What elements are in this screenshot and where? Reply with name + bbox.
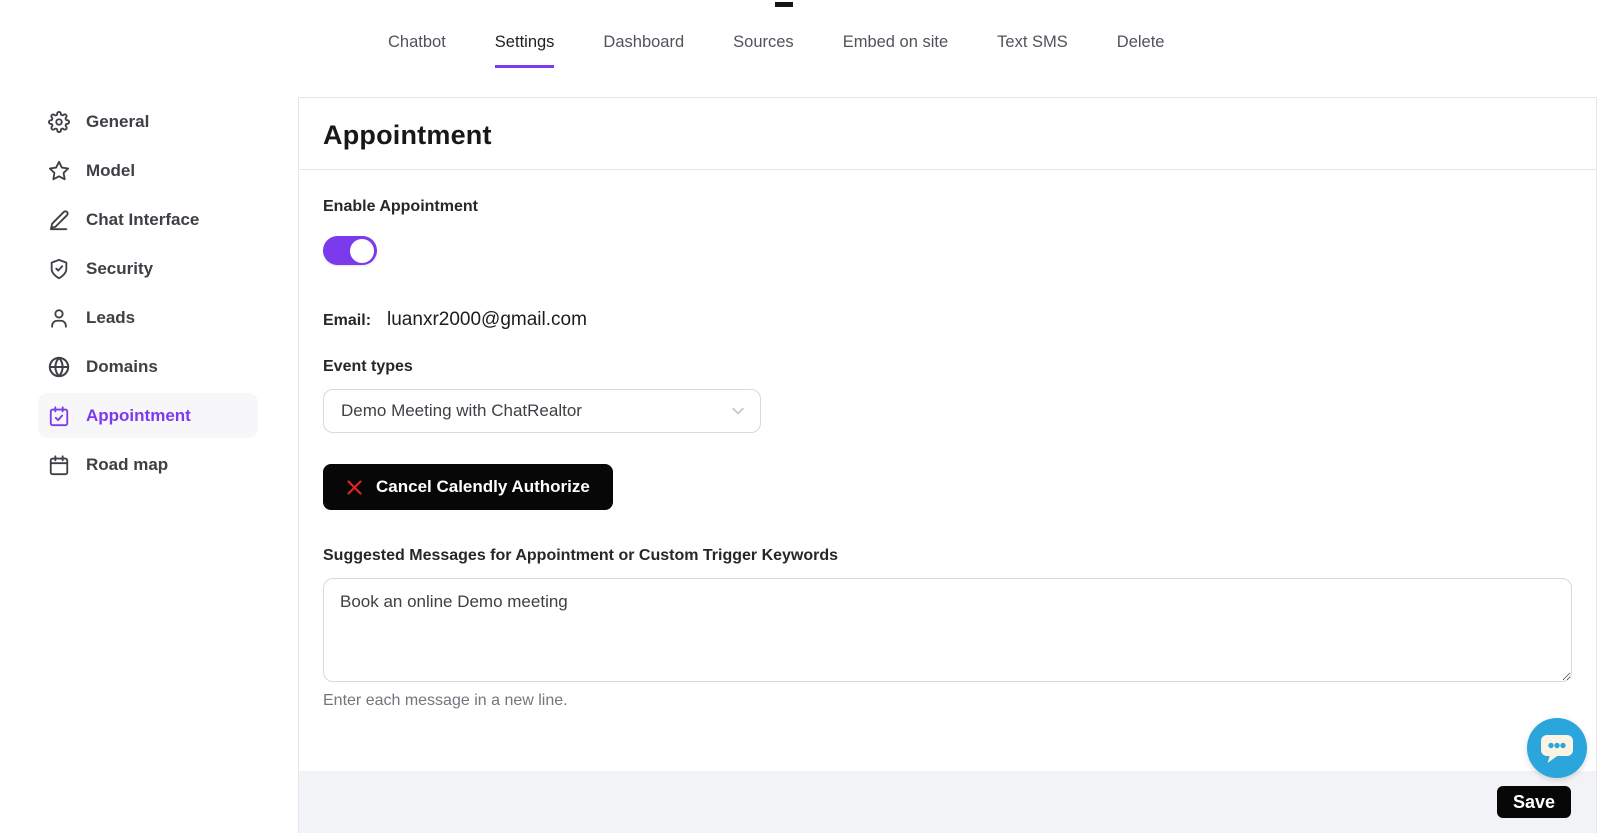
chat-widget-button[interactable] [1527,718,1587,778]
email-row: Email: luanxr2000@gmail.com [323,309,1572,331]
tab-dashboard[interactable]: Dashboard [603,33,684,68]
sidebar-item-label: Security [86,259,153,279]
calendar-check-icon [48,405,70,427]
sidebar-item-label: Chat Interface [86,210,199,230]
tab-chatbot[interactable]: Chatbot [388,33,446,68]
sidebar-item-label: Appointment [86,406,191,426]
email-value: luanxr2000@gmail.com [387,309,587,331]
event-types-selected-value: Demo Meeting with ChatRealtor [341,401,582,421]
sidebar-item-label: Leads [86,308,135,328]
event-types-label: Event types [323,358,1572,376]
sidebar-item-general[interactable]: General [38,99,258,144]
tab-settings[interactable]: Settings [495,33,555,68]
event-types-select[interactable]: Demo Meeting with ChatRealtor [323,389,761,433]
panel-body: Enable Appointment Email: luanxr2000@gma… [299,170,1596,771]
gear-icon [48,111,70,133]
panel-header: Appointment [299,98,1596,170]
tab-delete[interactable]: Delete [1117,33,1165,68]
email-label: Email: [323,312,371,330]
x-icon [346,479,363,496]
appointment-settings-panel: Appointment Enable Appointment Email: lu… [298,97,1597,833]
sidebar-item-leads[interactable]: Leads [38,295,258,340]
calendar-icon [48,454,70,476]
suggested-messages-textarea[interactable]: Book an online Demo meeting [323,578,1572,682]
star-icon [48,160,70,182]
suggested-messages-label: Suggested Messages for Appointment or Cu… [323,547,1572,565]
sidebar-item-label: Domains [86,357,158,377]
panel-footer: Save [299,771,1596,833]
cancel-calendly-authorize-label: Cancel Calendly Authorize [376,477,590,497]
toggle-knob [350,239,374,263]
page-title: Appointment [323,120,1572,151]
sidebar-item-chat-interface[interactable]: Chat Interface [38,197,258,242]
tab-embed-on-site[interactable]: Embed on site [843,33,948,68]
cropped-page-artifact [775,2,793,7]
sidebar-item-model[interactable]: Model [38,148,258,193]
sidebar-item-security[interactable]: Security [38,246,258,291]
tab-sources[interactable]: Sources [733,33,794,68]
shield-check-icon [48,258,70,280]
settings-sidebar: General Model Chat Interface Security Le… [38,99,258,491]
sidebar-item-appointment[interactable]: Appointment [38,393,258,438]
sidebar-item-label: Model [86,161,135,181]
sidebar-item-road-map[interactable]: Road map [38,442,258,487]
sidebar-item-label: Road map [86,455,168,475]
cancel-calendly-authorize-button[interactable]: Cancel Calendly Authorize [323,464,613,510]
top-tab-bar: Chatbot Settings Dashboard Sources Embed… [388,33,1164,68]
chevron-down-icon [730,403,746,419]
sidebar-item-domains[interactable]: Domains [38,344,258,389]
user-icon [48,307,70,329]
save-button[interactable]: Save [1497,786,1571,818]
suggested-messages-hint: Enter each message in a new line. [323,692,1572,710]
enable-appointment-toggle[interactable] [323,236,377,265]
globe-icon [48,356,70,378]
tab-text-sms[interactable]: Text SMS [997,33,1068,68]
enable-appointment-label: Enable Appointment [323,198,1572,216]
sidebar-item-label: General [86,112,149,132]
pencil-icon [48,209,70,231]
chat-bubble-icon [1539,732,1575,764]
